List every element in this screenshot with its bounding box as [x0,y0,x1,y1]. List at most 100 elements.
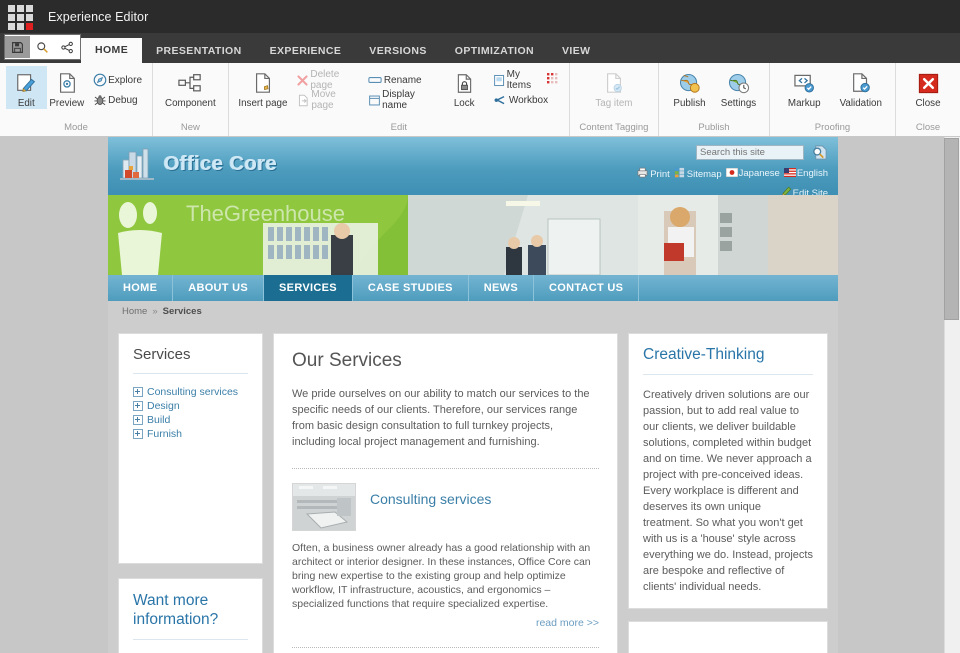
utility-link-sitemap[interactable]: Sitemap [674,167,722,180]
lock-icon [454,70,475,96]
display-name-label: Display name [382,89,415,111]
lock-label: Lock [453,98,475,109]
nav-item-case-studies[interactable]: CASE STUDIES [353,275,469,301]
service-title-consulting[interactable]: Consulting services [370,491,491,507]
markup-button[interactable]: Markup [776,66,833,109]
ribbon-tab-versions[interactable]: VERSIONS [355,39,440,63]
read-more-link-consulting[interactable]: read more >> [292,617,599,629]
ribbon-group-proofing: Markup Validation Proofing [770,63,896,136]
share-icon[interactable] [55,36,80,58]
explore-label: Explore [108,74,142,86]
rename-label: Rename [383,74,422,86]
component-button[interactable]: Component [159,66,221,109]
page-body: Services Consulting services Design Buil… [108,321,838,653]
ribbon-tab-experience[interactable]: EXPERIENCE [256,39,356,63]
list-item[interactable]: Design [133,400,248,412]
validation-icon [850,70,872,96]
preview-button[interactable]: Preview [47,66,88,109]
divider [292,468,599,469]
insert-page-button[interactable]: Insert page [235,66,291,109]
edit-button[interactable]: Edit [6,66,47,109]
svg-text:TheGreenhouse: TheGreenhouse [186,201,345,226]
magnifier-page-icon[interactable] [810,143,828,161]
scrollbar-thumb[interactable] [944,138,959,320]
ribbon-tab-view[interactable]: VIEW [548,39,604,63]
sidebar-item-build[interactable]: Build [147,414,170,426]
list-item[interactable]: Consulting services [133,386,248,398]
ribbon-group-content-tagging: Tag item Content Tagging [570,63,659,136]
expand-plus-icon[interactable] [133,387,143,397]
my-items-icon [492,74,507,87]
search-icon[interactable] [30,36,55,58]
nav-item-home[interactable]: HOME [108,275,174,301]
list-item[interactable]: Build [133,414,248,426]
office-interior-photo[interactable] [292,483,356,531]
save-icon[interactable] [5,36,30,58]
utility-link-print[interactable]: Print [637,167,670,180]
debug-bug-icon [91,93,108,107]
nav-item-about-us[interactable]: ABOUT US [173,275,265,301]
ribbon-tab-home[interactable]: HOME [81,38,143,63]
move-page-button[interactable]: Move page [291,89,363,111]
markup-label: Markup [787,98,821,109]
printer-icon [637,167,648,178]
utility-link-print-label: Print [650,169,670,180]
list-item[interactable]: Furnish [133,428,248,440]
lock-button[interactable]: Lock [441,66,488,109]
publish-button[interactable]: Publish [665,66,714,109]
waffle-grid-icon[interactable] [8,4,33,30]
nav-item-contact-us[interactable]: CONTACT US [534,275,640,301]
markup-icon [793,70,816,96]
site-search [637,143,828,161]
sidebar-item-furnish[interactable]: Furnish [147,428,182,440]
title-bar: Experience Editor [0,0,960,33]
delete-page-button[interactable]: Delete page [291,69,363,91]
utility-link-japanese-label: Japanese [738,168,780,179]
ribbon-group-mode: Edit Preview Explore Debug Mode [0,63,153,136]
explore-button[interactable]: Explore [87,70,146,90]
page-canvas: Office Core Print Sitemap Japanese Engli… [0,137,960,653]
window-title: Experience Editor [48,9,149,24]
close-button[interactable]: Close [902,66,954,109]
nav-item-services[interactable]: SERVICES [264,275,353,301]
nav-item-news[interactable]: NEWS [469,275,534,301]
display-name-icon [367,94,382,107]
site-navigation: HOME ABOUT US SERVICES CASE STUDIES NEWS… [108,275,838,301]
my-items-badge-icon [546,73,559,87]
workbox-button[interactable]: Workbox [488,90,563,110]
left-column: Services Consulting services Design Buil… [118,333,263,653]
validation-button[interactable]: Validation [833,66,890,109]
sidebar-item-consulting-services[interactable]: Consulting services [147,386,238,398]
sidebar-item-design[interactable]: Design [147,400,180,412]
flag-japan-icon [725,167,738,179]
publish-label: Publish [673,98,706,109]
display-name-button[interactable]: Display name [363,89,441,111]
publish-settings-button[interactable]: Settings [714,66,763,109]
breadcrumb-home[interactable]: Home [122,306,147,317]
breadcrumb: Home » Services [108,301,838,321]
debug-button[interactable]: Debug [87,90,146,110]
site-header: Office Core Print Sitemap Japanese Engli… [108,137,838,199]
service-body-consulting: Often, a business owner already has a go… [292,542,591,610]
utility-link-japanese[interactable]: Japanese [725,167,780,179]
ribbon-group-label-new: New [180,122,200,133]
my-items-button[interactable]: My Items [488,69,563,91]
ribbon-tab-presentation[interactable]: PRESENTATION [142,39,256,63]
rename-actions: Rename Display name [363,66,441,111]
ribbon-tab-optimization[interactable]: OPTIMIZATION [441,39,548,63]
site-brand[interactable]: Office Core [120,146,277,182]
publish-settings-icon [727,70,750,96]
utility-link-sitemap-label: Sitemap [686,169,722,180]
component-nodes-icon [178,70,202,96]
hero-image: TheGreenhouse [108,195,838,275]
utility-links: Print Sitemap Japanese English [637,167,828,180]
tag-item-button[interactable]: Tag item [583,66,645,109]
expand-plus-icon[interactable] [133,429,143,439]
preview-label: Preview [49,98,85,109]
rename-button[interactable]: Rename [363,70,441,90]
search-input[interactable] [696,144,804,160]
utility-link-english[interactable]: English [783,168,828,179]
page-scrollbar[interactable] [944,137,960,653]
expand-plus-icon[interactable] [133,401,143,411]
expand-plus-icon[interactable] [133,415,143,425]
